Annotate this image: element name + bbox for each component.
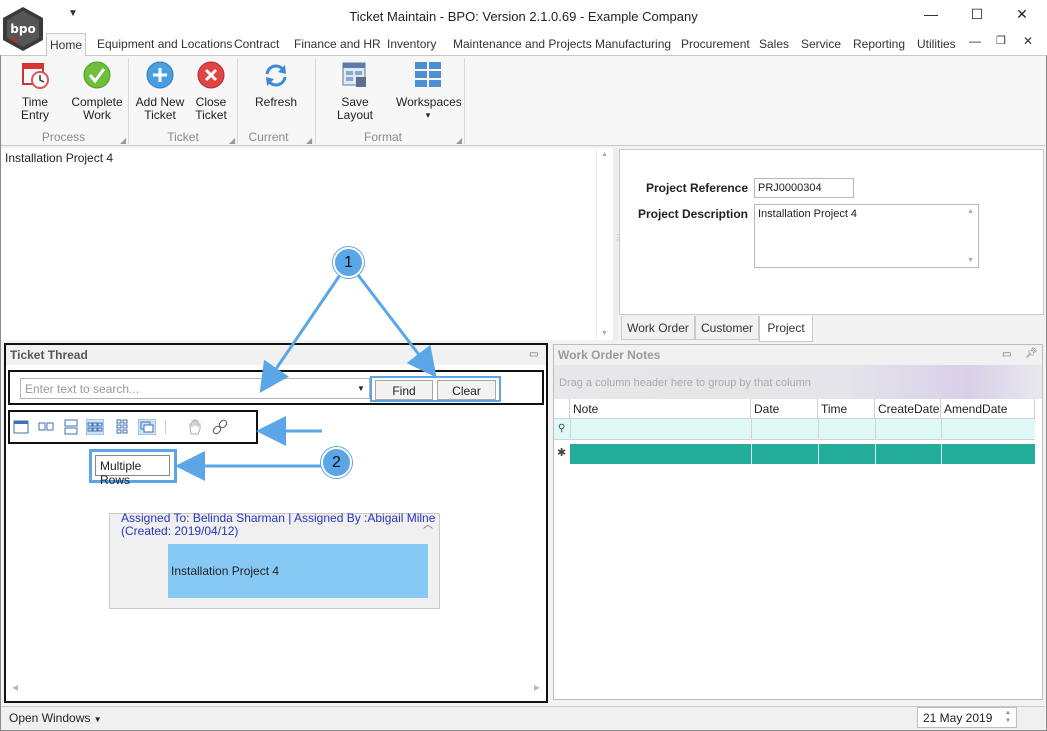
callout-1-arrow-search — [259, 274, 342, 393]
app-logo[interactable]: bpo — [2, 6, 44, 52]
callout-2: 2 — [321, 447, 352, 478]
callout-1-arrow-buttons — [356, 274, 437, 378]
callout-1: 1 — [333, 247, 364, 278]
tab-home[interactable]: Home — [46, 33, 86, 56]
callout-arrows — [175, 274, 437, 481]
svg-text:bpo: bpo — [10, 22, 35, 36]
